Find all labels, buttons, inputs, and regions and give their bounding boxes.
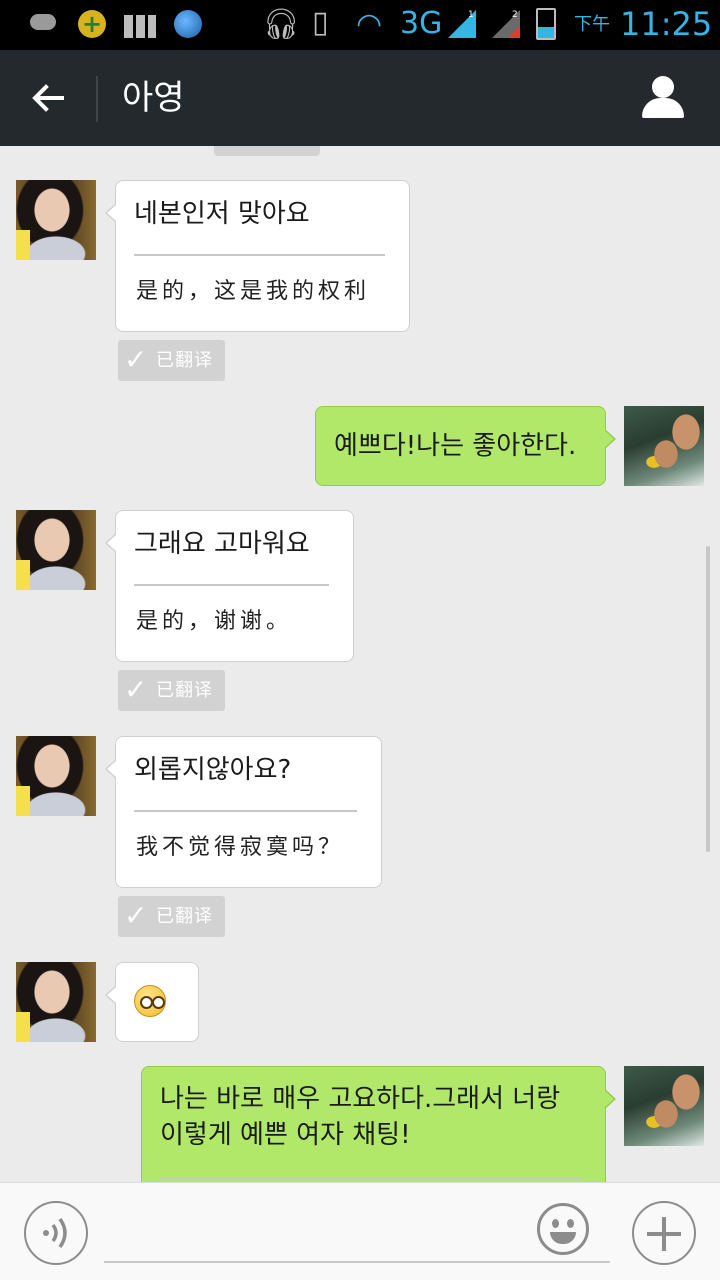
message-bubble-incoming[interactable]: 네본인저 맞아요 是的，这是我的权利 [105, 180, 410, 332]
contact-avatar[interactable] [16, 962, 96, 1042]
status-bar: + 🎧︎ ▯ ◠ 3G 1 2 下午 11:25 [0, 0, 720, 50]
translation-divider [134, 810, 357, 812]
message-input[interactable] [104, 1205, 610, 1263]
my-avatar[interactable] [624, 1066, 704, 1146]
voice-icon [43, 1217, 67, 1249]
message-text: 네본인저 맞아요 [134, 199, 310, 229]
wifi-icon: ◠ [356, 7, 383, 42]
translated-badge[interactable]: ✓ 已翻译 [118, 340, 225, 381]
clock: 11:25 [620, 5, 713, 43]
sim2-label: 2 [512, 10, 518, 20]
my-avatar[interactable] [624, 406, 704, 486]
network-type-label: 3G [400, 6, 443, 41]
contact-avatar[interactable] [16, 180, 96, 260]
chat-message-list[interactable]: 네본인저 맞아요 是的，这是我的权利 ✓ 已翻译 예쁘다!나는 좋아한다. 그래… [0, 146, 720, 1182]
translation-divider [134, 584, 329, 586]
contact-avatar[interactable] [16, 510, 96, 590]
message-text: 외롭지않아요? [134, 755, 292, 785]
message-bubble-outgoing[interactable]: 예쁘다!나는 좋아한다. [315, 406, 616, 486]
arrow-left-icon [32, 84, 64, 112]
emoji-button[interactable] [537, 1203, 589, 1255]
message-translation: 是的，这是我的权利 [136, 279, 371, 304]
headphones-icon: 🎧︎ [262, 7, 301, 42]
battery-icon [536, 8, 556, 40]
voice-button[interactable] [24, 1201, 88, 1265]
translated-badge[interactable]: ✓ 已翻译 [118, 896, 225, 937]
check-icon: ✓ [124, 343, 148, 376]
title-bar: 아영 [0, 50, 720, 146]
ampm-label: 下午 [574, 14, 610, 35]
more-actions-button[interactable] [632, 1201, 696, 1265]
translated-badge[interactable]: ✓ 已翻译 [118, 670, 225, 711]
sim1-label: 1 [468, 10, 474, 20]
keyboard-icon [124, 12, 156, 38]
check-icon: ✓ [124, 673, 148, 706]
message-line: 이렇게 예쁜 여자 채팅! [160, 1120, 411, 1150]
flushed-face-emoji-icon [134, 985, 166, 1017]
back-button[interactable] [18, 72, 78, 124]
message-translation: 我不觉得寂寞吗？ [136, 835, 345, 860]
check-icon: ✓ [124, 899, 148, 932]
globe-icon [174, 10, 202, 38]
message-bubble-incoming[interactable]: 외롭지않아요? 我不觉得寂寞吗？ [105, 736, 382, 888]
translated-badge-label: 已翻译 [156, 906, 213, 927]
message-line: 나는 바로 매우 고요하다.그래서 너랑 [160, 1084, 561, 1114]
page-title: 아영 [122, 78, 185, 118]
vibrate-icon: ▯ [312, 5, 329, 40]
cloud-icon [30, 14, 56, 30]
input-bar [0, 1182, 720, 1280]
translation-divider [134, 254, 385, 256]
profile-button[interactable] [636, 72, 692, 124]
person-icon [652, 76, 674, 98]
message-translation: 是的，谢谢。 [136, 609, 293, 634]
signal-strength-icon: 1 [448, 10, 476, 38]
message-text: 그래요 고마워요 [134, 529, 310, 559]
contact-avatar[interactable] [16, 736, 96, 816]
translation-divider [160, 1177, 581, 1179]
smiley-icon [552, 1219, 559, 1228]
message-text: 나는 바로 매우 고요하다.그래서 너랑 이렇게 예쁜 여자 채팅! [160, 1081, 560, 1153]
translated-badge-label: 已翻译 [156, 680, 213, 701]
message-text: 예쁘다!나는 좋아한다. [334, 431, 577, 461]
message-bubble-incoming[interactable]: 그래요 고마워요 是的，谢谢。 [105, 510, 354, 662]
title-divider [96, 76, 98, 122]
message-bubble-incoming[interactable] [105, 962, 199, 1042]
translated-badge-label: 已翻译 [156, 350, 213, 371]
plus-app-icon: + [78, 10, 106, 38]
message-bubble-outgoing[interactable]: 나는 바로 매우 고요하다.그래서 너랑 이렇게 예쁜 여자 채팅! [141, 1066, 616, 1182]
signal-strength-sim2-icon: 2 [492, 10, 520, 38]
scrollbar[interactable] [706, 546, 710, 852]
